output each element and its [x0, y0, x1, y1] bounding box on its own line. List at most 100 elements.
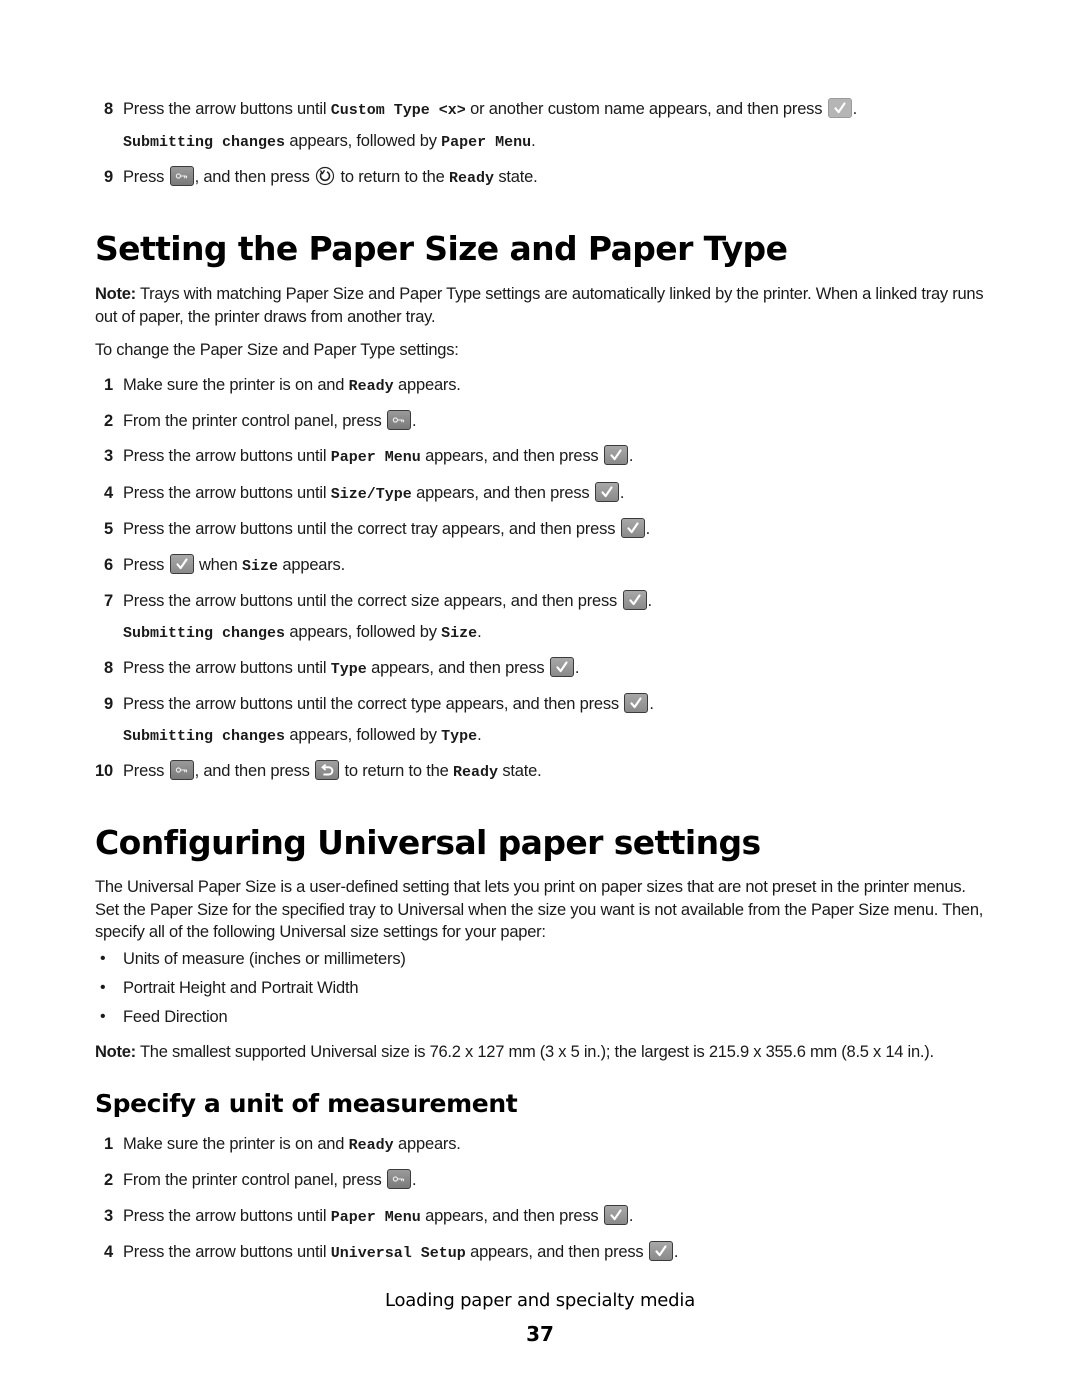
note-text: Trays with matching Paper Size and Paper… — [95, 285, 984, 326]
step-text: appears, and then press — [420, 1207, 603, 1225]
step-text: appears, and then press — [420, 447, 603, 465]
step-text: Press the arrow buttons until the correc… — [123, 592, 622, 610]
display-text: Size — [441, 625, 478, 642]
step-number: 8 — [104, 659, 113, 677]
select-check-icon — [620, 518, 645, 538]
step-text: . — [628, 447, 634, 465]
step-text: appears. — [393, 376, 461, 394]
display-text: Ready — [448, 170, 494, 187]
step-text: . — [673, 1243, 679, 1261]
step-text: . — [649, 695, 654, 713]
step-number: 1 — [104, 1135, 113, 1153]
step-text: . — [531, 132, 536, 150]
step-7-result: Submitting changes appears, followed by … — [123, 621, 482, 645]
step-text: Press — [123, 556, 169, 574]
bullet-dot-icon: • — [100, 1008, 106, 1025]
step-number: 4 — [104, 1243, 113, 1261]
step-number: 7 — [104, 592, 113, 610]
step-text: Press the arrow buttons until — [123, 447, 331, 465]
menu-key-icon — [386, 410, 411, 430]
menu-key-icon — [386, 1169, 411, 1189]
bullet-text: Portrait Height and Portrait Width — [123, 979, 359, 997]
step-text: . — [574, 659, 580, 677]
step-text: Press the arrow buttons until — [123, 1243, 331, 1261]
display-text: Type — [330, 661, 367, 678]
display-text: Submitting changes — [123, 625, 286, 642]
display-text: Size/Type — [330, 486, 412, 503]
step-text: appears. — [278, 556, 345, 574]
step-text: Press the arrow buttons until the correc… — [123, 695, 624, 713]
step-number: 3 — [104, 447, 113, 465]
step-text: appears, and then press — [411, 484, 594, 502]
step-number: 5 — [104, 520, 113, 538]
step-text: appears, followed by — [285, 726, 442, 744]
menu-key-icon — [169, 760, 194, 780]
step-number: 2 — [104, 1171, 113, 1189]
step-text: appears, and then press — [465, 1243, 648, 1261]
display-text: Universal Setup — [330, 1245, 466, 1262]
step-text: appears, followed by — [285, 623, 442, 641]
step-text: state. — [493, 168, 538, 186]
select-check-icon — [648, 1241, 673, 1261]
step-text: . — [619, 484, 625, 502]
display-text: Custom Type <x> — [330, 102, 466, 119]
step-9-result: Submitting changes appears, followed by … — [123, 724, 482, 748]
bullet-dot-icon: • — [100, 950, 106, 967]
section-heading-universal-settings: Configuring Universal paper settings — [95, 823, 761, 862]
display-text: Ready — [348, 1137, 394, 1154]
note-text: The smallest supported Universal size is… — [135, 1043, 934, 1061]
step-number: 9 — [104, 168, 113, 186]
step-number: 10 — [95, 762, 113, 780]
select-check-icon — [827, 98, 852, 118]
display-text: Paper Menu — [330, 1209, 421, 1226]
step-text: . — [477, 726, 482, 744]
step-text: appears. — [393, 1135, 461, 1153]
display-text: Submitting changes — [123, 728, 286, 745]
return-circle-icon — [315, 166, 335, 186]
step-number: 9 — [104, 695, 113, 713]
step-text: From the printer control panel, press — [123, 1171, 386, 1189]
step-text: Press the arrow buttons until the correc… — [123, 520, 620, 538]
step-text: . — [411, 412, 417, 430]
step-8-result: Submitting changes appears, followed by … — [123, 130, 536, 154]
step-text: when — [194, 556, 242, 574]
subsection-heading-unit-measurement: Specify a unit of measurement — [95, 1089, 518, 1118]
page-number: 37 — [526, 1322, 554, 1346]
select-check-icon — [624, 693, 649, 713]
step-number: 4 — [104, 484, 113, 502]
step-text: . — [477, 623, 482, 641]
select-check-icon — [594, 482, 619, 502]
step-text: Press the arrow buttons until — [123, 484, 331, 502]
step-text: Press — [123, 762, 169, 780]
display-text: Paper Menu — [441, 134, 532, 151]
select-check-icon — [549, 657, 574, 677]
step-number: 8 — [104, 100, 113, 118]
note-label: Note: — [95, 285, 136, 303]
step-text: , and then press — [194, 762, 315, 780]
step-text: Press — [123, 168, 169, 186]
step-text: . — [647, 592, 653, 610]
universal-intro: The Universal Paper Size is a user-defin… — [95, 878, 984, 941]
display-text: Ready — [348, 378, 394, 395]
note-linked-trays: Note: Trays with matching Paper Size and… — [95, 283, 990, 328]
section-intro: To change the Paper Size and Paper Type … — [95, 341, 459, 359]
display-text: Type — [441, 728, 478, 745]
step-text: to return to the — [340, 762, 453, 780]
section-heading-paper-size-type: Setting the Paper Size and Paper Type — [95, 229, 788, 268]
select-check-icon — [603, 445, 628, 465]
step-text: Press the arrow buttons until — [123, 659, 331, 677]
note-label: Note: — [95, 1043, 136, 1061]
display-text: Paper Menu — [330, 449, 421, 466]
step-text: appears, and then press — [366, 659, 549, 677]
step-text: . — [628, 1207, 634, 1225]
step-text: Press the arrow buttons until — [123, 1207, 331, 1225]
step-text: . — [852, 100, 858, 118]
bullet-text: Feed Direction — [123, 1008, 228, 1026]
step-text: , and then press — [194, 168, 315, 186]
step-text: appears, followed by — [285, 132, 442, 150]
step-text: to return to the — [336, 168, 449, 186]
bullet-dot-icon: • — [100, 979, 106, 996]
step-number: 3 — [104, 1207, 113, 1225]
step-text: or another custom name appears, and then… — [465, 100, 827, 118]
select-check-icon — [622, 590, 647, 610]
